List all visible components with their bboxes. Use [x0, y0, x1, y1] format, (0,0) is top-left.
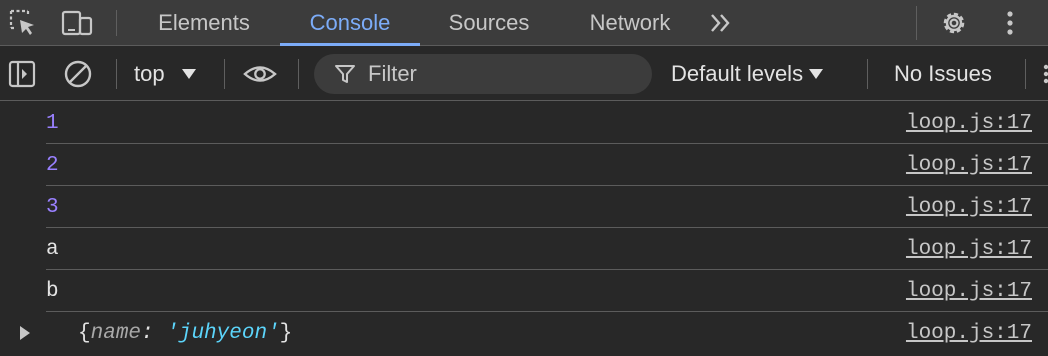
divider: [1025, 59, 1026, 89]
log-levels-label: Default levels: [671, 61, 804, 86]
console-message: a loop.js:17: [46, 228, 1048, 270]
console-message: 2 loop.js:17: [46, 144, 1048, 186]
log-value: 1: [46, 111, 59, 135]
divider: [916, 6, 917, 40]
devtools-tabbar: Elements Console Sources Network: [0, 0, 1048, 46]
more-tabs-icon[interactable]: [704, 6, 738, 40]
console-message: {name: 'juhyeon'} loop.js:17: [20, 312, 1048, 354]
expand-triangle-icon[interactable]: [10, 318, 40, 348]
log-value: 3: [46, 195, 59, 219]
tab-sources[interactable]: Sources: [426, 0, 552, 45]
divider: [298, 59, 299, 89]
object-colon: :: [141, 321, 167, 345]
filter-input[interactable]: [368, 58, 638, 90]
console-messages: 1 loop.js:17 2 loop.js:17 3 loop.js:17 a…: [0, 102, 1048, 356]
chevron-down-icon: [181, 69, 196, 79]
divider: [867, 59, 868, 89]
object-close-brace: }: [279, 321, 293, 345]
console-message: b loop.js:17: [46, 270, 1048, 312]
settings-gear-icon[interactable]: [937, 6, 971, 40]
source-link[interactable]: loop.js:17: [906, 278, 1032, 304]
object-key: name: [90, 321, 142, 345]
source-link[interactable]: loop.js:17: [906, 236, 1032, 262]
context-label: top: [134, 61, 165, 86]
tab-console[interactable]: Console: [280, 0, 420, 45]
source-link[interactable]: loop.js:17: [906, 110, 1032, 136]
object-value: 'juhyeon': [166, 321, 280, 345]
divider: [116, 59, 117, 89]
issues-counter[interactable]: No Issues: [894, 59, 992, 89]
toolbar-overflow-icon[interactable]: [1040, 61, 1048, 87]
context-selector[interactable]: top: [134, 59, 196, 89]
log-value: a: [46, 237, 59, 261]
source-link[interactable]: loop.js:17: [906, 320, 1032, 346]
show-sidebar-icon[interactable]: [5, 57, 39, 91]
console-toolbar: top Default levels No Issues: [0, 47, 1048, 101]
more-options-icon[interactable]: [993, 6, 1027, 40]
divider: [116, 10, 117, 36]
inspect-element-icon[interactable]: [6, 6, 40, 40]
object-preview[interactable]: {name: 'juhyeon'}: [78, 320, 292, 346]
clear-console-icon[interactable]: [61, 57, 95, 91]
tab-network[interactable]: Network: [566, 0, 694, 45]
device-toolbar-icon[interactable]: [60, 6, 94, 40]
active-tab-indicator: [280, 43, 420, 46]
log-value: b: [46, 279, 59, 303]
filter-icon: [334, 63, 356, 90]
console-message: 3 loop.js:17: [46, 186, 1048, 228]
source-link[interactable]: loop.js:17: [906, 152, 1032, 178]
tab-elements[interactable]: Elements: [134, 0, 274, 45]
live-expression-icon[interactable]: [243, 57, 277, 91]
object-open-brace: {: [78, 321, 91, 345]
log-value: 2: [46, 153, 59, 177]
log-levels-dropdown[interactable]: Default levels: [671, 59, 824, 89]
chevron-down-icon: [809, 69, 824, 79]
divider: [224, 59, 225, 89]
source-link[interactable]: loop.js:17: [906, 194, 1032, 220]
console-message: 1 loop.js:17: [46, 102, 1048, 144]
filter-box[interactable]: [314, 54, 652, 94]
